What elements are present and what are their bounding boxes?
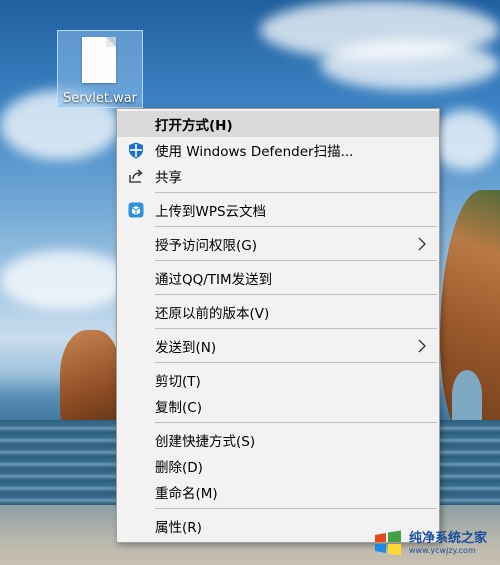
menu-item-upload-wps[interactable]: 上传到WPS云文档 — [117, 197, 439, 223]
chevron-right-icon — [415, 236, 429, 252]
menu-separator — [155, 260, 437, 261]
menu-separator — [155, 422, 437, 423]
menu-separator — [155, 294, 437, 295]
file-icon — [82, 37, 116, 83]
menu-item-label: 删除(D) — [155, 460, 203, 476]
menu-item-restore-previous[interactable]: 还原以前的版本(V) — [117, 299, 439, 325]
menu-item-create-shortcut[interactable]: 创建快捷方式(S) — [117, 427, 439, 453]
watermark-url: www.ycwjzy.com — [408, 545, 476, 555]
menu-item-defender-scan[interactable]: 使用 Windows Defender扫描... — [117, 137, 439, 163]
desktop-file-label: Servlet.war — [62, 91, 138, 106]
site-watermark: 纯净系统之家 www.ycwjzy.com — [360, 521, 500, 565]
wps-cloud-icon — [127, 201, 145, 219]
menu-item-label: 通过QQ/TIM发送到 — [155, 272, 273, 288]
cloud — [320, 40, 500, 90]
rock-arch — [452, 370, 482, 420]
menu-item-delete[interactable]: 删除(D) — [117, 453, 439, 479]
menu-item-label: 上传到WPS云文档 — [155, 204, 267, 220]
menu-item-open-with[interactable]: 打开方式(H) — [117, 111, 439, 137]
menu-item-label: 复制(C) — [155, 400, 202, 416]
cloud — [430, 110, 500, 170]
menu-item-label: 剪切(T) — [155, 374, 201, 390]
menu-separator — [155, 328, 437, 329]
menu-item-label: 使用 Windows Defender扫描... — [155, 144, 354, 160]
cloud — [0, 250, 130, 310]
menu-item-give-access[interactable]: 授予访问权限(G) — [117, 231, 439, 257]
menu-separator — [155, 226, 437, 227]
menu-separator — [155, 192, 437, 193]
menu-item-share[interactable]: 共享 — [117, 163, 439, 189]
menu-item-label: 打开方式(H) — [155, 118, 233, 134]
chevron-right-icon — [415, 338, 429, 354]
watermark-title: 纯净系统之家 — [408, 530, 487, 546]
menu-item-label: 创建快捷方式(S) — [155, 434, 256, 450]
menu-separator — [155, 508, 437, 509]
menu-item-send-to[interactable]: 发送到(N) — [117, 333, 439, 359]
menu-item-label: 共享 — [155, 170, 182, 186]
menu-separator — [155, 362, 437, 363]
share-icon — [127, 167, 145, 185]
desktop-file-servlet-war[interactable]: Servlet.war — [57, 30, 143, 108]
windows-defender-icon — [127, 141, 145, 159]
context-menu: 打开方式(H) 使用 Windows Defender扫描... 共享 上传到W… — [116, 108, 440, 543]
rock-formation — [60, 330, 120, 430]
menu-item-copy[interactable]: 复制(C) — [117, 393, 439, 419]
menu-item-label: 属性(R) — [155, 520, 202, 536]
windows-logo-icon — [374, 530, 401, 556]
menu-item-rename[interactable]: 重命名(M) — [117, 479, 439, 505]
menu-item-send-via-qq-tim[interactable]: 通过QQ/TIM发送到 — [117, 265, 439, 291]
menu-item-label: 还原以前的版本(V) — [155, 306, 270, 322]
menu-item-label: 授予访问权限(G) — [155, 238, 257, 254]
menu-item-label: 重命名(M) — [155, 486, 218, 502]
menu-item-cut[interactable]: 剪切(T) — [117, 367, 439, 393]
menu-item-label: 发送到(N) — [155, 340, 217, 356]
